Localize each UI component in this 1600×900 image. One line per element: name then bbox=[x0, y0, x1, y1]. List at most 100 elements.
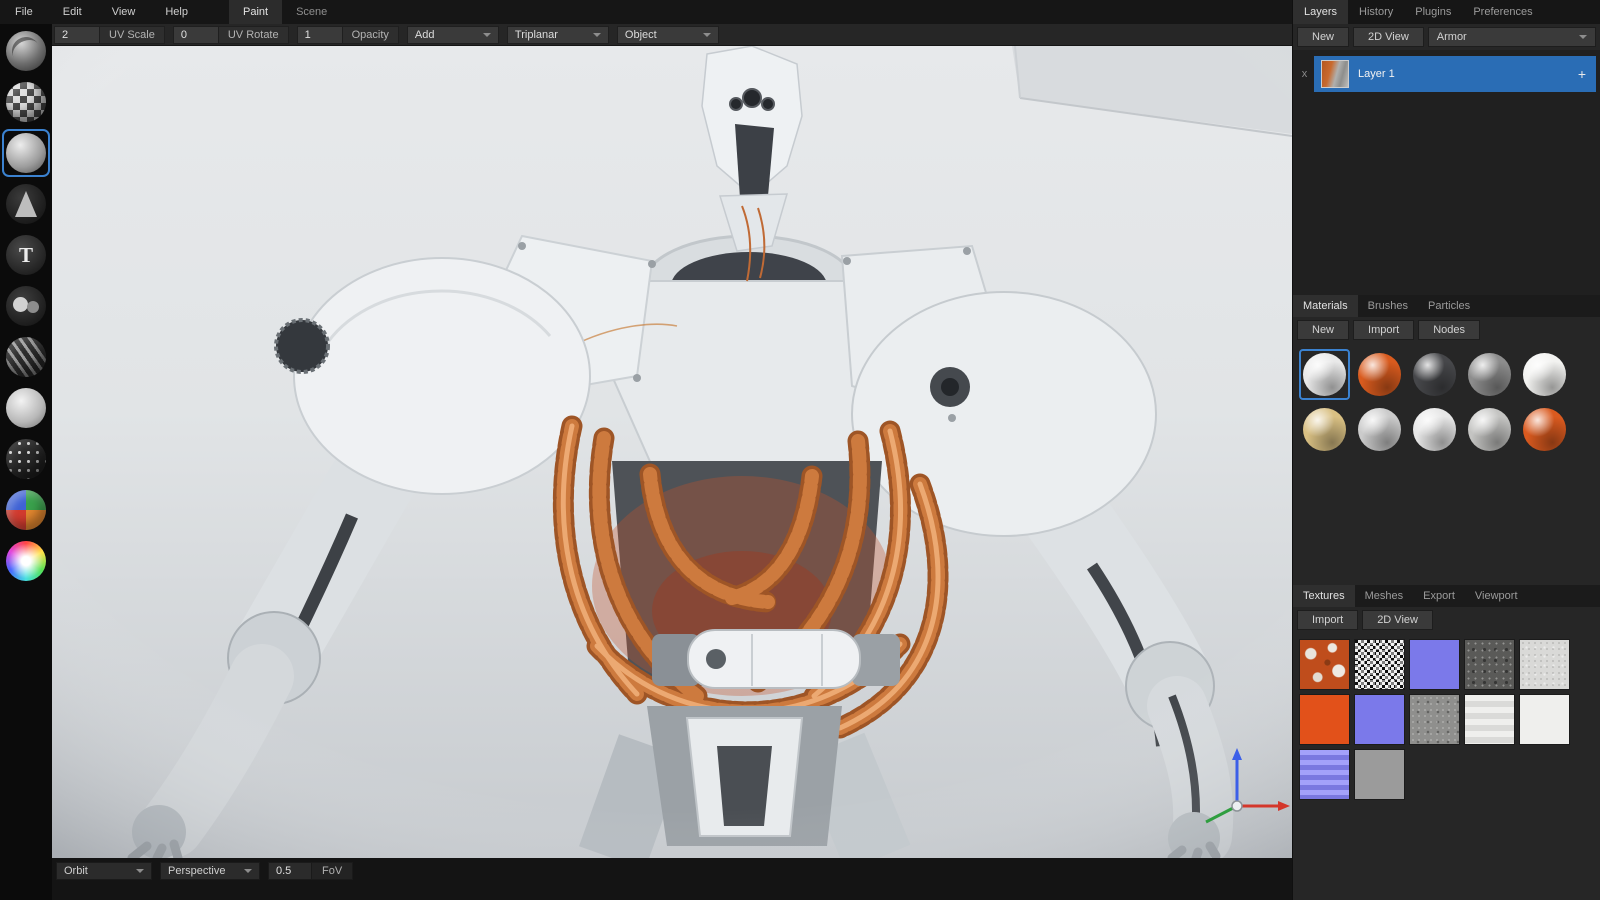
uv-rotate-label: UV Rotate bbox=[219, 26, 289, 44]
tab-particles[interactable]: Particles bbox=[1418, 295, 1480, 317]
material-swatch[interactable] bbox=[1519, 349, 1570, 400]
add-layer-icon[interactable]: + bbox=[1575, 66, 1589, 82]
texture-tile[interactable] bbox=[1409, 639, 1460, 690]
texture-grid bbox=[1293, 633, 1600, 806]
material-swatch[interactable] bbox=[1519, 404, 1570, 455]
layer-row[interactable]: Layer 1 + bbox=[1314, 56, 1596, 92]
import-material-button[interactable]: Import bbox=[1353, 320, 1414, 340]
picker-tool[interactable] bbox=[2, 537, 50, 585]
colorid-tool[interactable] bbox=[2, 486, 50, 534]
texture-tile[interactable] bbox=[1354, 639, 1405, 690]
tab-meshes[interactable]: Meshes bbox=[1355, 585, 1414, 607]
fov-label: FoV bbox=[312, 862, 353, 880]
3d-viewport[interactable] bbox=[52, 46, 1292, 858]
menu-help[interactable]: Help bbox=[150, 0, 203, 24]
paint-target-dropdown[interactable]: Object bbox=[617, 26, 719, 44]
opacity-value[interactable]: 1 bbox=[297, 26, 343, 44]
fill-tool[interactable] bbox=[2, 129, 50, 177]
chevron-down-icon bbox=[703, 33, 711, 37]
delete-layer-icon[interactable]: x bbox=[1297, 68, 1312, 80]
blend-mode-dropdown[interactable]: Add bbox=[407, 26, 499, 44]
new-material-button[interactable]: New bbox=[1297, 320, 1349, 340]
texture-tile[interactable] bbox=[1354, 749, 1405, 800]
menu-edit[interactable]: Edit bbox=[48, 0, 97, 24]
tool-rail: T bbox=[0, 24, 52, 900]
camera-mode-value: Orbit bbox=[64, 865, 88, 877]
fov-control: 0.5 FoV bbox=[268, 862, 353, 880]
material-swatch[interactable] bbox=[1409, 404, 1460, 455]
import-texture-button[interactable]: Import bbox=[1297, 610, 1358, 630]
nodes-button[interactable]: Nodes bbox=[1418, 320, 1480, 340]
opacity-label: Opacity bbox=[343, 26, 399, 44]
texture-tile[interactable] bbox=[1299, 639, 1350, 690]
texture-tile[interactable] bbox=[1299, 749, 1350, 800]
2d-view-button[interactable]: 2D View bbox=[1353, 27, 1424, 47]
tab-history[interactable]: History bbox=[1348, 0, 1404, 24]
uv-scale-value[interactable]: 2 bbox=[54, 26, 100, 44]
particle-tool-icon bbox=[6, 439, 46, 479]
tab-plugins[interactable]: Plugins bbox=[1404, 0, 1462, 24]
tab-materials[interactable]: Materials bbox=[1293, 295, 1358, 317]
menu-file[interactable]: File bbox=[0, 0, 48, 24]
tab-layers[interactable]: Layers bbox=[1293, 0, 1348, 24]
tab-brushes[interactable]: Brushes bbox=[1358, 295, 1418, 317]
projection-mode-dropdown[interactable]: Triplanar bbox=[507, 26, 609, 44]
material-swatch[interactable] bbox=[1464, 404, 1515, 455]
tab-viewport[interactable]: Viewport bbox=[1465, 585, 1528, 607]
texture-tile[interactable] bbox=[1519, 639, 1570, 690]
tab-paint[interactable]: Paint bbox=[229, 0, 282, 24]
texture-2d-view-button[interactable]: 2D View bbox=[1362, 610, 1433, 630]
tab-textures[interactable]: Textures bbox=[1293, 585, 1355, 607]
material-sphere-icon bbox=[1303, 353, 1346, 396]
decal-tool[interactable] bbox=[2, 180, 50, 228]
material-swatch[interactable] bbox=[1354, 349, 1405, 400]
smudge-tool-icon bbox=[6, 388, 46, 428]
particle-tool[interactable] bbox=[2, 435, 50, 483]
clone-tool[interactable] bbox=[2, 282, 50, 330]
menu-view[interactable]: View bbox=[97, 0, 151, 24]
new-layer-button[interactable]: New bbox=[1297, 27, 1349, 47]
mesh-select-dropdown[interactable]: Armor bbox=[1428, 27, 1596, 47]
fill-tool-icon bbox=[6, 133, 46, 173]
texture-tile[interactable] bbox=[1299, 694, 1350, 745]
blur-tool[interactable] bbox=[2, 333, 50, 381]
material-swatch[interactable] bbox=[1409, 349, 1460, 400]
layer-thumbnail bbox=[1321, 60, 1349, 88]
panel-tabs: Layers History Plugins Preferences bbox=[1293, 0, 1600, 24]
textures-tabs: Textures Meshes Export Viewport bbox=[1293, 585, 1600, 607]
texture-tile[interactable] bbox=[1354, 694, 1405, 745]
fov-value[interactable]: 0.5 bbox=[268, 862, 312, 880]
eraser-tool-icon bbox=[6, 82, 46, 122]
material-swatch[interactable] bbox=[1299, 349, 1350, 400]
projection-dropdown[interactable]: Perspective bbox=[160, 862, 260, 880]
tab-export[interactable]: Export bbox=[1413, 585, 1465, 607]
texture-tile[interactable] bbox=[1464, 639, 1515, 690]
uv-rotate-value[interactable]: 0 bbox=[173, 26, 219, 44]
texture-tile[interactable] bbox=[1464, 694, 1515, 745]
material-sphere-icon bbox=[1523, 408, 1566, 451]
camera-mode-dropdown[interactable]: Orbit bbox=[56, 862, 152, 880]
projection-mode-value: Triplanar bbox=[515, 29, 558, 41]
paint-target-value: Object bbox=[625, 29, 657, 41]
text-tool[interactable]: T bbox=[2, 231, 50, 279]
layers-toolbar: New 2D View Armor bbox=[1293, 24, 1600, 50]
brush-toolbar: 2 UV Scale 0 UV Rotate 1 Opacity Add Tri… bbox=[52, 24, 1292, 46]
tab-scene[interactable]: Scene bbox=[282, 0, 341, 24]
smudge-tool[interactable] bbox=[2, 384, 50, 432]
texture-tile[interactable] bbox=[1409, 694, 1460, 745]
layer-item-wrap: x Layer 1 + bbox=[1297, 56, 1596, 92]
material-sphere-icon bbox=[1303, 408, 1346, 451]
brush-tool[interactable] bbox=[2, 27, 50, 75]
material-swatch[interactable] bbox=[1354, 404, 1405, 455]
material-swatch[interactable] bbox=[1299, 404, 1350, 455]
side-panel: Layers History Plugins Preferences New 2… bbox=[1292, 0, 1600, 900]
material-swatch[interactable] bbox=[1464, 349, 1515, 400]
textures-toolbar: Import 2D View bbox=[1293, 607, 1600, 633]
material-sphere-icon bbox=[1413, 408, 1456, 451]
chevron-down-icon bbox=[483, 33, 491, 37]
texture-tile[interactable] bbox=[1519, 694, 1570, 745]
menubar: File Edit View Help Paint Scene bbox=[0, 0, 1292, 24]
uv-scale-control: 2 UV Scale bbox=[54, 26, 165, 44]
tab-preferences[interactable]: Preferences bbox=[1462, 0, 1543, 24]
eraser-tool[interactable] bbox=[2, 78, 50, 126]
